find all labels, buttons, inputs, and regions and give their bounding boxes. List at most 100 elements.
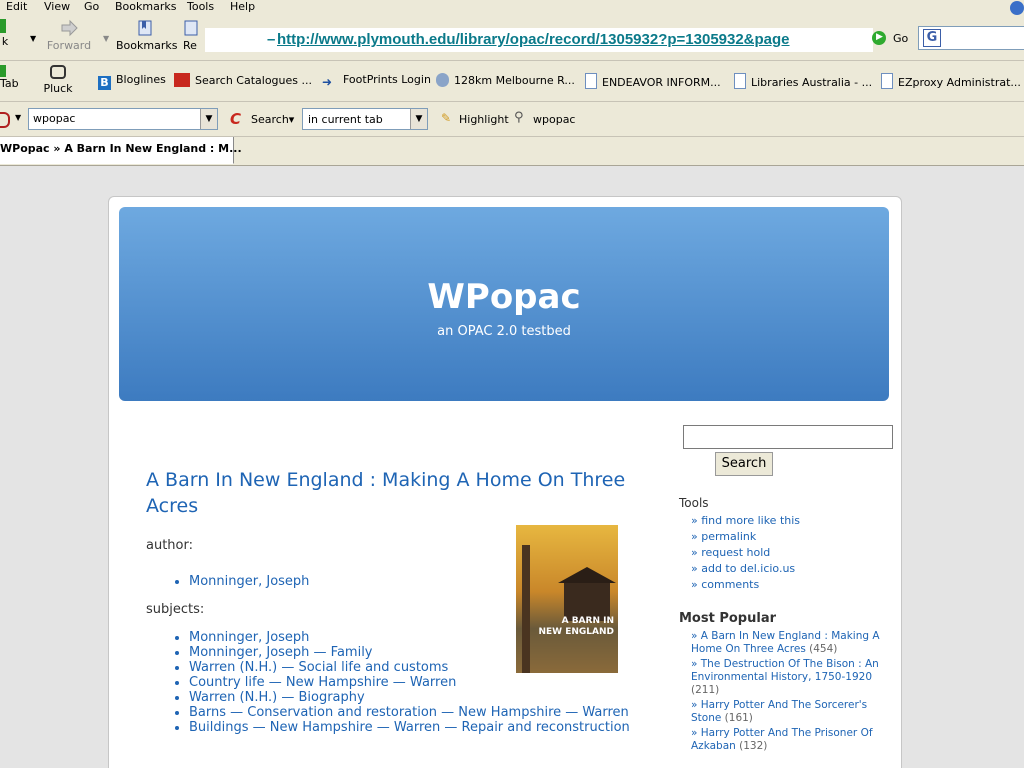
bookmark-search-catalogues[interactable]: Search Catalogues ... [174,73,312,87]
tab-active[interactable]: WPopac » A Barn In New England : M... [0,137,242,164]
site-tagline: an OPAC 2.0 testbed [437,324,571,339]
bookmark-libraries-australia[interactable]: Libraries Australia - ... [734,73,872,89]
popular-item[interactable]: » Harry Potter And The Prisoner Of Azkab… [679,727,884,753]
page-icon [585,73,597,89]
highlight-button[interactable]: Highlight [459,113,509,126]
target-select-dropdown[interactable]: ▼ [410,109,427,129]
cover-title-line2: NEW ENGLAND [538,627,614,637]
pluck-label: Pluck [43,82,73,95]
bookmark-ezproxy[interactable]: EZproxy Administrat... [881,73,1021,89]
new-tab-button[interactable]: Tab [0,65,19,90]
search-combo-dropdown[interactable]: ▼ [200,109,217,129]
search-query[interactable]: wpopac [33,112,75,125]
cover-roof-shape [558,567,616,583]
highlight-icon: ✎ [441,111,452,125]
bookmark-label: Search Catalogues ... [195,74,312,87]
tool-find-more-link[interactable]: » find more like this [679,513,884,529]
tab-title: WPopac » A Barn In New England : M... [0,142,242,155]
menu-edit[interactable]: Edit [6,0,27,13]
popular-item[interactable]: » Harry Potter And The Sorcerer's Stone … [679,699,884,725]
popular-item[interactable]: » The Destruction Of The Bison : An Envi… [679,658,884,697]
bookmark-melbourne[interactable]: 128km Melbourne R... [436,73,575,87]
navigation-toolbar: k ▼ Forward ▼ Bookmarks Re – http://www.… [0,16,1024,61]
search-toolbar: ▼ wpopac ▼ C Search▾ in current tab ▼ ✎ … [0,102,1024,137]
site-search-input[interactable] [683,425,893,449]
bookmarks-icon [138,20,152,36]
popular-item-title[interactable]: » Harry Potter And The Sorcerer's Stone [691,699,867,724]
menu-bookmarks[interactable]: Bookmarks [115,0,176,13]
forward-button[interactable]: Forward [44,19,94,52]
toolbar-dropdown-icon[interactable]: ▼ [15,113,21,122]
bookmark-footprints[interactable]: ➜ FootPrints Login [322,73,431,89]
tool-delicious-link[interactable]: » add to del.icio.us [679,561,884,577]
reload-label: Re [183,39,197,52]
tool-request-hold-link[interactable]: » request hold [679,545,884,561]
address-url[interactable]: http://www.plymouth.edu/library/opac/rec… [277,31,790,48]
address-bar[interactable]: – http://www.plymouth.edu/library/opac/r… [205,28,873,52]
bookmark-label: EZproxy Administrat... [898,76,1021,89]
term-button[interactable]: wpopac [533,113,575,126]
menu-tools[interactable]: Tools [187,0,214,13]
menu-help[interactable]: Help [230,0,255,13]
target-select[interactable]: in current tab ▼ [302,108,428,130]
go-button[interactable]: Go [893,32,908,45]
menu-go[interactable]: Go [84,0,99,13]
back-arrow-icon [0,19,6,33]
most-popular-section: Most Popular » A Barn In New England : M… [679,611,884,755]
library-icon [174,73,190,87]
tool-comments-link[interactable]: » comments [679,577,884,593]
popular-item-count: (132) [739,740,768,752]
reload-button[interactable]: Re [178,19,202,52]
go-arrow-icon: ▶ [876,32,883,42]
reload-icon [184,20,198,36]
popular-item[interactable]: » A Barn In New England : Making A Home … [679,630,884,656]
tool-permalink-link[interactable]: » permalink [679,529,884,545]
tab-bar: WPopac » A Barn In New England : M... [0,137,1024,166]
bookmark-endeavor[interactable]: ENDEAVOR INFORM... [585,73,721,89]
cover-tree-shape [522,545,530,673]
bookmark-label: 128km Melbourne R... [454,74,575,87]
bookmarks-toolbar: Tab Pluck B Bloglines Search Catalogues .… [0,61,1024,102]
popular-item-title[interactable]: » A Barn In New England : Making A Home … [691,630,880,655]
bloglines-icon: B [98,76,111,90]
throbber-icon [1010,1,1024,15]
back-button[interactable]: k [0,19,10,48]
google-icon: G [923,29,941,47]
author-label: author: [146,538,193,553]
menu-view[interactable]: View [44,0,70,13]
tools-list: » find more like this » permalink » requ… [679,513,884,593]
record-title[interactable]: A Barn In New England : Making A Home On… [146,467,636,519]
popular-item-title[interactable]: » Harry Potter And The Prisoner Of Azkab… [691,727,873,752]
pluck-button[interactable]: Pluck [42,65,74,95]
new-tab-label: Tab [0,77,19,90]
search-combo[interactable]: wpopac ▼ [28,108,218,130]
bookmark-bloglines[interactable]: B Bloglines [98,73,166,90]
subjects-label: subjects: [146,602,205,617]
bookmarks-label: Bookmarks [116,39,178,52]
google-search-field[interactable]: G [918,26,1024,50]
footprints-icon: ➜ [322,75,333,89]
popular-item-title[interactable]: » The Destruction Of The Bison : An Envi… [691,658,879,683]
forward-label: Forward [46,39,92,52]
address-prefix: – [267,31,276,48]
pluck-icon [50,65,66,79]
book-cover-image[interactable]: A BARN IN NEW ENGLAND [516,525,618,673]
page-container: WPopac an OPAC 2.0 testbed A Barn In New… [108,196,902,768]
tools-heading: Tools [679,496,709,510]
site-title[interactable]: WPopac [119,277,889,317]
subject-link[interactable]: Barns — Conservation and restoration — N… [189,705,664,720]
subject-link[interactable]: Country life — New Hampshire — Warren [189,675,664,690]
most-popular-list: » A Barn In New England : Making A Home … [679,630,884,753]
forward-dropdown-icon[interactable]: ▼ [103,34,109,43]
bookmarks-button[interactable]: Bookmarks [116,19,178,52]
back-dropdown-icon[interactable]: ▼ [30,34,36,43]
term-search-icon: ⚲ [514,110,524,125]
subject-link[interactable]: Buildings — New Hampshire — Warren — Rep… [189,720,664,735]
site-search-button[interactable]: Search [715,452,773,476]
bookmark-label: FootPrints Login [343,73,431,86]
search-button[interactable]: Search▾ [251,113,294,126]
subject-link[interactable]: Warren (N.H.) — Biography [189,690,664,705]
bookmark-label: Libraries Australia - ... [751,76,873,89]
tools-section: Tools » find more like this » permalink … [679,496,884,593]
cover-barn-shape [564,581,610,621]
